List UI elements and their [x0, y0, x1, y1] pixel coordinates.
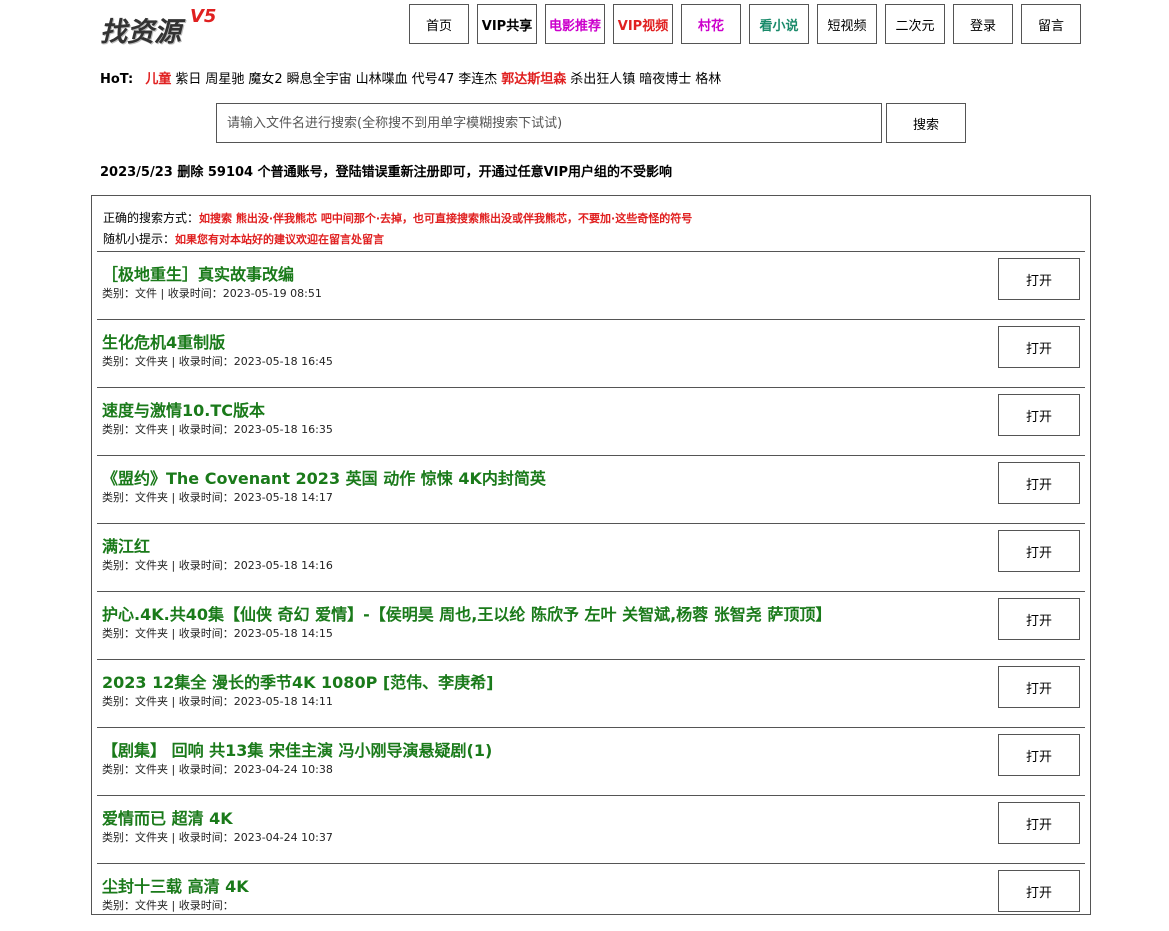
- search-tip-label: 正确的搜索方式：: [103, 211, 200, 225]
- result-row: 尘封十三载 高清 4K 类别：文件夹 | 收录时间： 打开: [97, 863, 1085, 931]
- result-row: 2023 12集全 漫长的季节4K 1080P [范伟、李庚希] 类别：文件夹 |…: [97, 659, 1085, 727]
- hot-keyword-link[interactable]: 暗夜博士: [639, 72, 691, 87]
- result-title-link[interactable]: 护心.4K.共40集【仙侠 奇幻 爱情】-【侯明昊 周也,王以纶 陈欣予 左叶 …: [102, 601, 831, 625]
- random-tip-line: 随机小提示：如果您有对本站好的建议欢迎在留言处留言: [103, 229, 692, 250]
- result-row: 【剧集】 回响 共13集 宋佳主演 冯小刚导演悬疑剧(1) 类别：文件夹 | 收录…: [97, 727, 1085, 795]
- hot-keyword-link[interactable]: 代号47: [412, 72, 455, 87]
- open-button[interactable]: 打开: [998, 530, 1080, 572]
- result-title-link[interactable]: 尘封十三载 高清 4K: [102, 873, 249, 897]
- result-row: ［极地重生］真实故事改编类别：文件 | 收录时间：2023-05-19 08:5…: [97, 251, 1085, 319]
- open-button[interactable]: 打开: [998, 462, 1080, 504]
- nav-button[interactable]: VIP视频: [613, 4, 673, 44]
- result-row: 爱情而已 超清 4K 类别：文件夹 | 收录时间：2023-04-24 10:37…: [97, 795, 1085, 863]
- notice-banner: 2023/5/23 删除 59104 个普通账号，登陆错误重新注册即可，开通过任…: [100, 165, 673, 180]
- search-tip-line: 正确的搜索方式：如搜索 熊出没·伴我熊芯 吧中间那个·去掉，也可直接搜索熊出没或…: [103, 208, 692, 229]
- hot-label: HoT:: [100, 72, 134, 87]
- open-button[interactable]: 打开: [998, 802, 1080, 844]
- nav-button[interactable]: 二次元: [885, 4, 945, 44]
- search-input[interactable]: [216, 103, 882, 143]
- hot-keyword-link[interactable]: 瞬息全宇宙: [287, 72, 352, 87]
- result-title-link[interactable]: 速度与激情10.TC版本: [102, 397, 265, 421]
- results-panel: 正确的搜索方式：如搜索 熊出没·伴我熊芯 吧中间那个·去掉，也可直接搜索熊出没或…: [91, 195, 1091, 915]
- search-tips: 正确的搜索方式：如搜索 熊出没·伴我熊芯 吧中间那个·去掉，也可直接搜索熊出没或…: [103, 208, 692, 250]
- result-title-link[interactable]: 满江红: [102, 533, 150, 557]
- result-row: 生化危机4重制版类别：文件夹 | 收录时间：2023-05-18 16:45 打开: [97, 319, 1085, 387]
- result-meta: 类别：文件夹 | 收录时间：2023-05-18 14:11: [102, 695, 333, 708]
- nav-button[interactable]: VIP共享: [477, 4, 537, 44]
- search-button[interactable]: 搜索: [886, 103, 966, 143]
- random-tip-text: 如果您有对本站好的建议欢迎在留言处留言: [175, 233, 385, 246]
- result-title-link[interactable]: ［极地重生］真实故事改编: [102, 261, 294, 285]
- open-button[interactable]: 打开: [998, 394, 1080, 436]
- nav-button[interactable]: 登录: [953, 4, 1013, 44]
- open-button[interactable]: 打开: [998, 258, 1080, 300]
- result-title-link[interactable]: 生化危机4重制版: [102, 329, 225, 353]
- hot-keyword-link[interactable]: 紫日: [175, 72, 201, 87]
- result-meta: 类别：文件 | 收录时间：2023-05-19 08:51: [102, 287, 322, 300]
- logo-text: 找资源: [100, 17, 181, 48]
- result-meta: 类别：文件夹 | 收录时间：2023-05-18 14:15: [102, 627, 333, 640]
- nav-button[interactable]: 村花: [681, 4, 741, 44]
- result-meta: 类别：文件夹 | 收录时间：2023-05-18 14:16: [102, 559, 333, 572]
- nav-button[interactable]: 留言: [1021, 4, 1081, 44]
- hot-keyword-link[interactable]: 李连杰: [458, 72, 497, 87]
- hot-keyword-link[interactable]: 郭达斯坦森: [501, 72, 566, 87]
- nav-button[interactable]: 看小说: [749, 4, 809, 44]
- result-meta: 类别：文件夹 | 收录时间：2023-04-24 10:38: [102, 763, 333, 776]
- result-row: 满江红类别：文件夹 | 收录时间：2023-05-18 14:16 打开: [97, 523, 1085, 591]
- result-row: 速度与激情10.TC版本类别：文件夹 | 收录时间：2023-05-18 16:…: [97, 387, 1085, 455]
- site-logo[interactable]: 找资源 V5: [100, 4, 230, 48]
- result-meta: 类别：文件夹 | 收录时间：2023-05-18 14:17: [102, 491, 333, 504]
- result-title-link[interactable]: 《盟约》The Covenant 2023 英国 动作 惊悚 4K内封简英: [102, 465, 546, 489]
- hot-keyword-link[interactable]: 周星驰: [205, 72, 244, 87]
- nav-button[interactable]: 电影推荐: [545, 4, 605, 44]
- hot-keywords: HoT: 儿童 紫日 周星驰 魔女2 瞬息全宇宙 山林喋血 代号47 李连杰 郭达斯坦森 杀出狂人…: [100, 68, 725, 87]
- result-row: 护心.4K.共40集【仙侠 奇幻 爱情】-【侯明昊 周也,王以纶 陈欣予 左叶 …: [97, 591, 1085, 659]
- hot-keyword-link[interactable]: 魔女2: [248, 72, 282, 87]
- result-title-link[interactable]: 爱情而已 超清 4K: [102, 805, 233, 829]
- hot-keyword-link[interactable]: 格林: [695, 72, 721, 87]
- hot-keyword-link[interactable]: 杀出狂人镇: [570, 72, 635, 87]
- open-button[interactable]: 打开: [998, 326, 1080, 368]
- search-tip-text: 如搜索 熊出没·伴我熊芯 吧中间那个·去掉，也可直接搜索熊出没或伴我熊芯，不要加…: [199, 212, 693, 225]
- open-button[interactable]: 打开: [998, 598, 1080, 640]
- result-meta: 类别：文件夹 | 收录时间：2023-04-24 10:37: [102, 831, 333, 844]
- nav-button[interactable]: 短视频: [817, 4, 877, 44]
- result-title-link[interactable]: 2023 12集全 漫长的季节4K 1080P [范伟、李庚希]: [102, 669, 494, 693]
- result-meta: 类别：文件夹 | 收录时间：2023-05-18 16:45: [102, 355, 333, 368]
- result-meta: 类别：文件夹 | 收录时间：: [102, 899, 234, 912]
- logo-version: V5: [190, 6, 217, 27]
- open-button[interactable]: 打开: [998, 734, 1080, 776]
- result-list: ［极地重生］真实故事改编类别：文件 | 收录时间：2023-05-19 08:5…: [97, 251, 1085, 931]
- result-title-link[interactable]: 【剧集】 回响 共13集 宋佳主演 冯小刚导演悬疑剧(1): [102, 737, 492, 761]
- result-row: 《盟约》The Covenant 2023 英国 动作 惊悚 4K内封简英类别：…: [97, 455, 1085, 523]
- nav-button[interactable]: 首页: [409, 4, 469, 44]
- random-tip-label: 随机小提示：: [103, 232, 176, 246]
- result-meta: 类别：文件夹 | 收录时间：2023-05-18 16:35: [102, 423, 333, 436]
- hot-keyword-link[interactable]: 山林喋血: [356, 72, 408, 87]
- open-button[interactable]: 打开: [998, 870, 1080, 912]
- hot-keyword-list: 儿童 紫日 周星驰 魔女2 瞬息全宇宙 山林喋血 代号47 李连杰 郭达斯坦森 杀出狂人镇 暗夜博士…: [145, 72, 725, 87]
- open-button[interactable]: 打开: [998, 666, 1080, 708]
- hot-keyword-link[interactable]: 儿童: [145, 72, 171, 87]
